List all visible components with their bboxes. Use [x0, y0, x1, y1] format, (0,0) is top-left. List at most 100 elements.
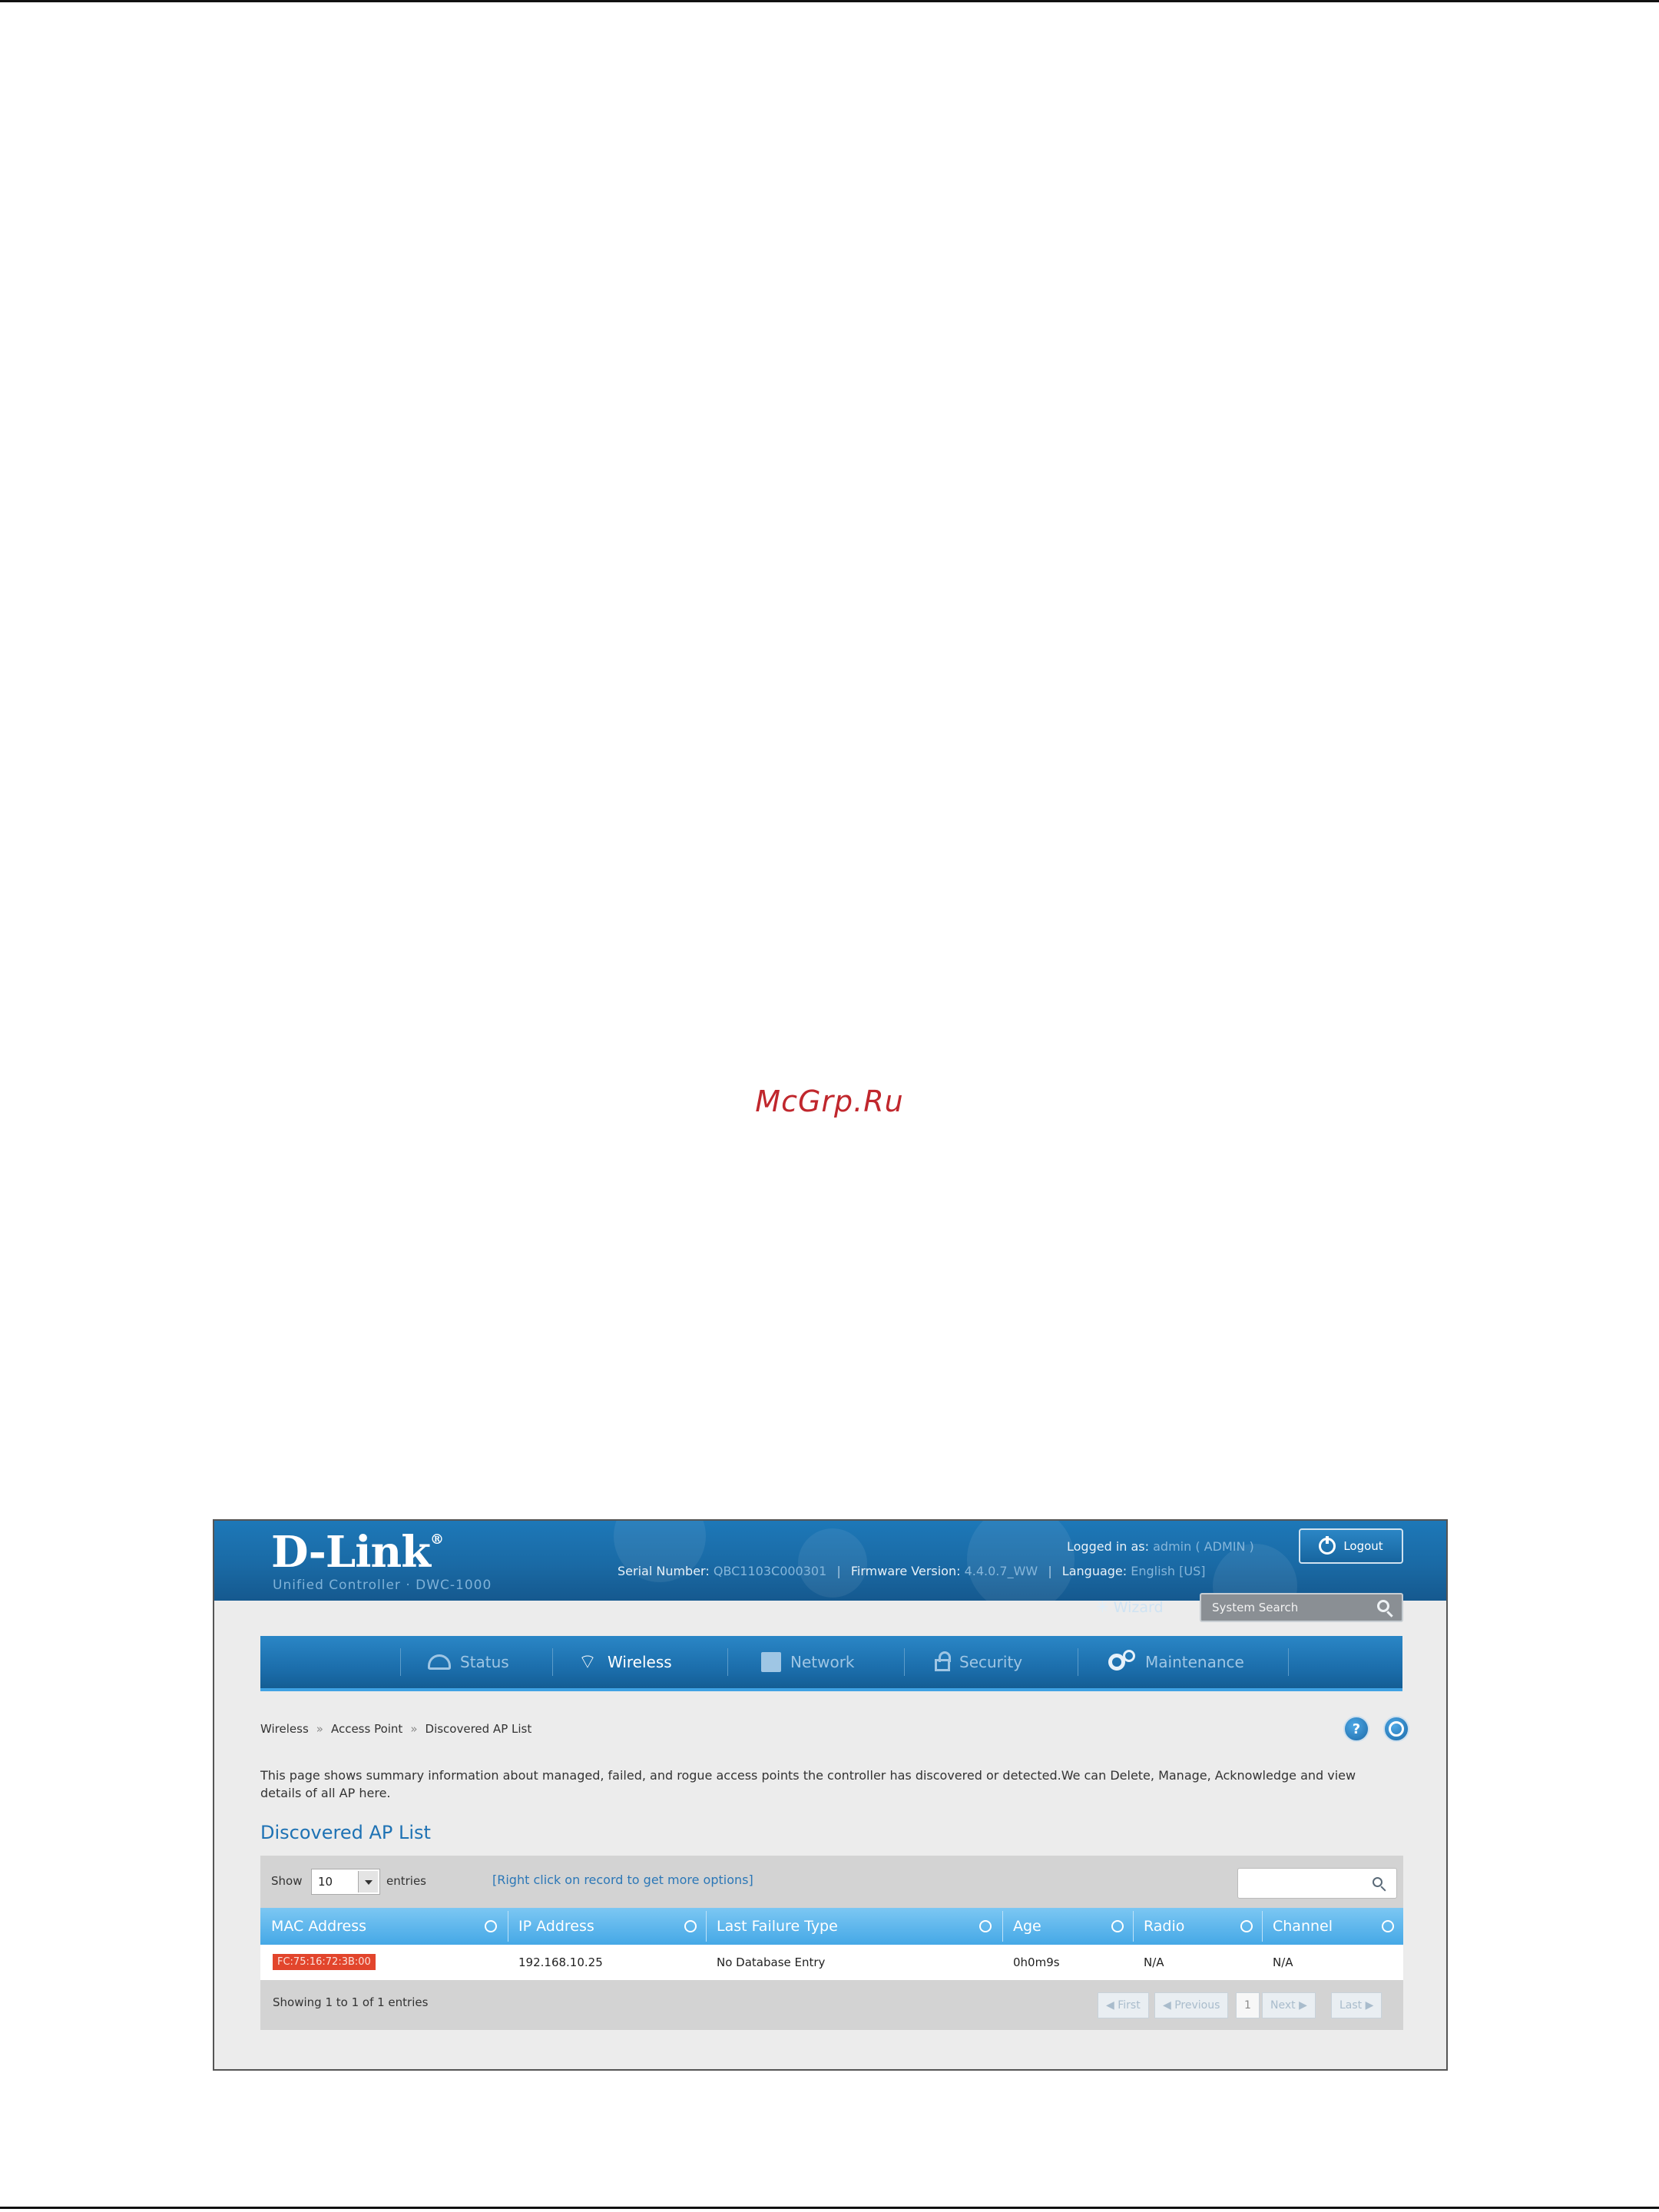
info-separator: | — [1048, 1564, 1052, 1578]
sort-icon[interactable] — [979, 1920, 992, 1932]
wizard-label: Wizard — [1113, 1599, 1164, 1616]
column-failure[interactable]: Last Failure Type — [706, 1908, 1002, 1945]
page-title: Discovered AP List — [260, 1822, 431, 1843]
watermark: McGrp.Ru — [755, 1084, 904, 1118]
table-toolbar: Show 10 entries [Right click on record t… — [260, 1856, 1403, 1908]
sort-icon[interactable] — [1382, 1920, 1394, 1932]
next-page-button[interactable]: Next ▶ — [1262, 1992, 1316, 2018]
network-icon — [761, 1652, 781, 1672]
entries-info: Showing 1 to 1 of 1 entries — [273, 1995, 429, 2009]
column-ip-label: IP Address — [518, 1918, 594, 1935]
breadcrumb-separator: » — [410, 1722, 418, 1736]
settings-icon[interactable] — [1383, 1716, 1409, 1742]
firmware-value: 4.4.0.7_WW — [964, 1564, 1038, 1578]
column-mac[interactable]: MAC Address — [260, 1908, 508, 1945]
nav-wireless-label: Wireless — [608, 1653, 672, 1671]
header: D-Link® Unified Controller · DWC-1000 Lo… — [214, 1521, 1446, 1601]
system-search-input[interactable]: System Search — [1200, 1593, 1403, 1622]
language-label: Language: — [1061, 1564, 1128, 1578]
next-label: Next — [1270, 1999, 1296, 2012]
table-search-input[interactable] — [1237, 1868, 1397, 1899]
serial-label: Serial Number: — [618, 1564, 710, 1578]
nav-maintenance[interactable]: Maintenance — [1108, 1636, 1244, 1688]
last-label: Last — [1339, 1999, 1363, 2012]
ap-table: Show 10 entries [Right click on record t… — [260, 1856, 1403, 2030]
failure-type-cell: No Database Entry — [717, 1955, 826, 1969]
system-search-placeholder: System Search — [1212, 1601, 1299, 1614]
wifi-icon: ⌔ — [578, 1651, 598, 1674]
gauge-icon — [428, 1654, 451, 1670]
device-info: Serial Number: QBC1103C000301 | Firmware… — [618, 1564, 1205, 1578]
right-click-hint: [Right click on record to get more optio… — [492, 1873, 753, 1887]
language-link[interactable]: English [US] — [1131, 1564, 1205, 1578]
entries-value: 10 — [318, 1875, 333, 1889]
nav-wireless[interactable]: ⌔ Wireless — [577, 1636, 672, 1688]
search-icon[interactable] — [1377, 1600, 1389, 1612]
previous-label: Previous — [1174, 1999, 1220, 2012]
nav-separator — [1288, 1648, 1289, 1676]
controller-screenshot: D-Link® Unified Controller · DWC-1000 Lo… — [213, 1519, 1448, 2071]
nav-network-label: Network — [790, 1653, 855, 1671]
nav-maintenance-label: Maintenance — [1145, 1653, 1244, 1671]
dlink-logo: D-Link® — [271, 1527, 444, 1578]
lock-icon — [935, 1651, 951, 1671]
bottom-rule — [0, 2207, 1659, 2209]
wand-icon: ✳ — [1096, 1598, 1109, 1616]
power-icon — [1319, 1536, 1336, 1555]
logout-label: Logout — [1343, 1539, 1383, 1553]
logged-in-info: Logged in as: admin ( ADMIN ) — [1067, 1539, 1254, 1554]
entries-select[interactable]: 10 — [311, 1869, 380, 1895]
current-page[interactable]: 1 — [1236, 1992, 1260, 2018]
sort-icon[interactable] — [684, 1920, 697, 1932]
column-failure-label: Last Failure Type — [717, 1918, 838, 1935]
ip-address-cell: 192.168.10.25 — [518, 1955, 603, 1969]
nav-security-label: Security — [959, 1653, 1023, 1671]
show-label: Show — [271, 1874, 303, 1888]
breadcrumb: Wireless » Access Point » Discovered AP List — [260, 1722, 531, 1736]
entries-label: entries — [386, 1874, 426, 1888]
logout-button[interactable]: Logout — [1299, 1528, 1403, 1564]
mac-address-cell: FC:75:16:72:3B:00 — [273, 1954, 376, 1970]
nav-security[interactable]: Security — [935, 1636, 1022, 1688]
top-rule — [0, 0, 1659, 2]
search-icon — [1373, 1877, 1382, 1887]
first-label: First — [1118, 1999, 1141, 2012]
logged-in-user: admin ( ADMIN ) — [1153, 1539, 1254, 1554]
breadcrumb-wireless[interactable]: Wireless — [260, 1722, 309, 1736]
nav-status[interactable]: Status — [428, 1636, 509, 1688]
first-page-button[interactable]: ◀ First — [1098, 1992, 1149, 2018]
last-page-button[interactable]: Last ▶ — [1331, 1992, 1382, 2018]
nav-network[interactable]: Network — [761, 1636, 855, 1688]
gear-icon — [1108, 1650, 1135, 1671]
breadcrumb-current: Discovered AP List — [425, 1722, 532, 1736]
header-decoration — [798, 1528, 867, 1598]
sort-icon[interactable] — [1111, 1920, 1124, 1932]
header-decoration — [967, 1521, 1075, 1601]
help-icon[interactable]: ? — [1343, 1716, 1369, 1742]
product-name: Unified Controller · DWC-1000 — [273, 1578, 492, 1593]
firmware-label: Firmware Version: — [850, 1564, 961, 1578]
nav-separator — [727, 1648, 728, 1676]
nav-separator — [400, 1648, 401, 1676]
breadcrumb-access-point[interactable]: Access Point — [331, 1722, 402, 1736]
sort-icon[interactable] — [1240, 1920, 1253, 1932]
nav-status-label: Status — [460, 1653, 509, 1671]
table-row[interactable]: FC:75:16:72:3B:00 192.168.10.25 No Datab… — [260, 1945, 1403, 1980]
column-radio-label: Radio — [1144, 1918, 1185, 1935]
table-footer: Showing 1 to 1 of 1 entries ◀ First ◀ Pr… — [260, 1980, 1403, 2030]
serial-value: QBC1103C000301 — [713, 1564, 827, 1578]
logged-in-label: Logged in as: — [1067, 1539, 1150, 1554]
chevron-down-icon — [358, 1871, 378, 1892]
sort-icon[interactable] — [485, 1920, 497, 1932]
page-description: This page shows summary information abou… — [260, 1768, 1356, 1800]
column-ip[interactable]: IP Address — [508, 1908, 706, 1945]
column-channel-label: Channel — [1273, 1918, 1333, 1935]
table-header: MAC Address IP Address Last Failure Type… — [260, 1908, 1403, 1945]
main-nav: Status ⌔ Wireless Network Security Maint… — [260, 1636, 1402, 1691]
nav-separator — [552, 1648, 553, 1676]
wizard-link[interactable]: ✳ Wizard — [1096, 1598, 1164, 1616]
info-separator: | — [836, 1564, 841, 1578]
previous-page-button[interactable]: ◀ Previous — [1154, 1992, 1229, 2018]
column-age-label: Age — [1013, 1918, 1041, 1935]
breadcrumb-separator: » — [316, 1722, 323, 1736]
